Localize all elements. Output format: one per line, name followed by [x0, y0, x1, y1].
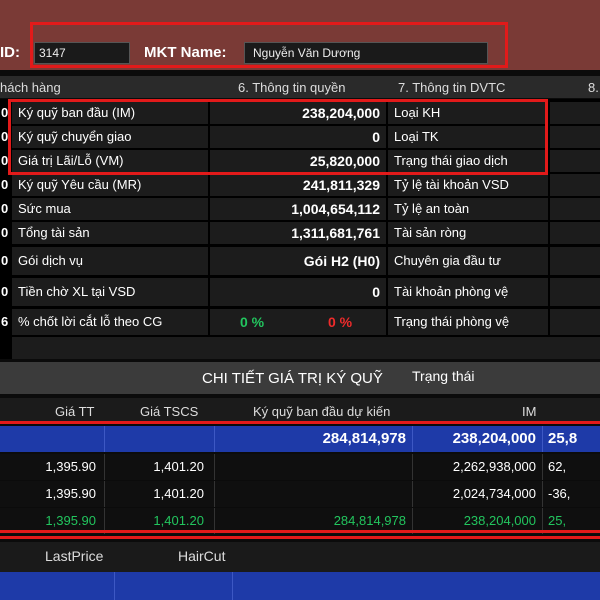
info-value: 1,004,654,112	[210, 198, 386, 220]
annotation-box-table	[0, 421, 600, 533]
info-value: Gói H2 (H0)	[210, 247, 386, 275]
col-header-price[interactable]: Giá TT	[55, 404, 95, 419]
annotation-line-bottom	[0, 536, 600, 539]
tab-dvtc-info[interactable]: 7. Thông tin DVTC	[398, 80, 505, 95]
tab-rights-info[interactable]: 6. Thông tin quyền	[238, 80, 345, 95]
info-label-right: Tài sản ròng	[388, 222, 548, 244]
section-title: CHI TIẾT GIÁ TRỊ KÝ QUỸ	[202, 370, 383, 387]
info-value-right	[550, 174, 600, 196]
col-header-im[interactable]: IM	[522, 404, 536, 419]
info-label: Ký quỹ Yêu cầu (MR)	[12, 174, 208, 196]
tp-percent: 0 %	[240, 314, 265, 330]
tab-8[interactable]: 8.	[588, 80, 599, 95]
row-edge-digit: 0	[1, 253, 9, 268]
info-value-right	[550, 278, 600, 306]
info-label: % chốt lời cắt lỗ theo CG	[12, 309, 208, 335]
info-value-right	[550, 198, 600, 220]
col-header-haircut[interactable]: HairCut	[178, 548, 225, 564]
bottom-selected-row[interactable]	[0, 572, 600, 600]
info-value: 1,311,681,761	[210, 222, 386, 244]
tab-customer[interactable]: hách hàng	[0, 80, 61, 95]
info-value: 241,811,329	[210, 174, 386, 196]
row-edge-digit: 0	[1, 177, 9, 192]
sl-percent: 0 %	[328, 314, 353, 330]
col-header-lastprice[interactable]: LastPrice	[45, 548, 103, 564]
status-label: Trạng thái	[412, 368, 475, 384]
info-label-right: Tỷ lệ an toàn	[388, 198, 548, 220]
info-value-right	[550, 247, 600, 275]
info-label: Gói dịch vụ	[12, 247, 208, 275]
info-label-right: Trạng thái phòng vệ	[388, 309, 548, 335]
info-value-right	[550, 102, 600, 124]
info-label-right: Tỷ lệ tài khoản VSD	[388, 174, 548, 196]
info-value-right	[550, 309, 600, 335]
annotation-box-header	[30, 22, 508, 68]
annotation-box-margin	[8, 99, 548, 175]
info-label: Tổng tài sản	[12, 222, 208, 244]
info-value-right	[550, 222, 600, 244]
row-edge-digit: 0	[1, 201, 9, 216]
id-label: ID:	[0, 44, 20, 61]
col-header-tscs[interactable]: Giá TSCS	[140, 404, 198, 419]
col-header-expected-im[interactable]: Ký quỹ ban đầu dự kiến	[253, 404, 390, 419]
info-label: Sức mua	[12, 198, 208, 220]
info-value-right	[550, 150, 600, 172]
row-edge-digit: 0	[1, 284, 9, 299]
info-value-right	[550, 126, 600, 148]
info-label-right: Tài khoản phòng vệ	[388, 278, 548, 306]
row-edge-digit: 0	[1, 225, 9, 240]
empty-row	[12, 337, 600, 359]
info-label: Tiền chờ XL tại VSD	[12, 278, 208, 306]
info-value-cell	[210, 309, 386, 335]
row-edge-digit: 6	[1, 314, 9, 329]
info-label-right: Chuyên gia đầu tư	[388, 247, 548, 275]
info-value: 0	[210, 278, 386, 306]
